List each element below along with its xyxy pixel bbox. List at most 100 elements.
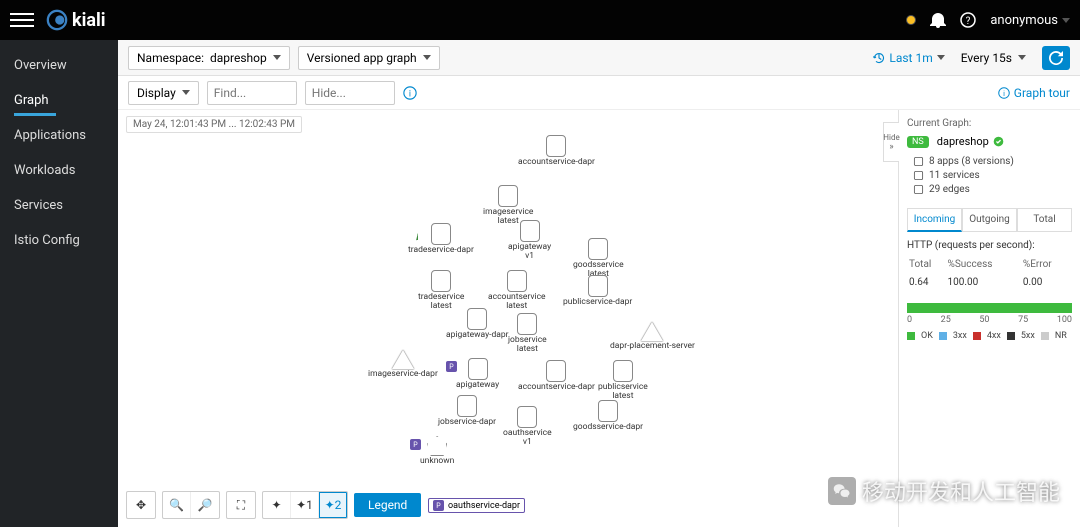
graph-node-goodsservice-latest[interactable]: goodsservicelatest	[573, 238, 624, 280]
stat-apps: 8 apps (8 versions)	[913, 156, 1072, 167]
service-icon	[520, 220, 540, 242]
graph-node-apigateway[interactable]: Papigateway	[456, 358, 499, 390]
service-icon	[588, 238, 608, 260]
graph-node-jobservice-latest[interactable]: jobservicelatest	[508, 313, 547, 355]
layout-default-button[interactable]: ✦	[263, 492, 291, 518]
node-label: goodsservice-dapr	[573, 423, 643, 432]
svg-text:i: i	[409, 89, 411, 99]
namespace-name: dapreshop	[937, 135, 989, 148]
apps-icon	[913, 156, 924, 167]
service-icon	[467, 308, 487, 330]
graph-node-tradeservice-dapr[interactable]: tradeservice-dapr	[408, 223, 474, 255]
service-icon	[457, 395, 477, 417]
graph-tour-label: Graph tour	[1014, 86, 1070, 100]
zoom-in-button[interactable]: 🔍	[163, 492, 191, 518]
time-range-selector[interactable]: Last 1m	[873, 51, 944, 65]
graph-node-publicservice-latest[interactable]: publicservicelatest	[598, 360, 648, 402]
drag-button[interactable]: ✥	[127, 492, 155, 518]
graph-type-value: Versioned app graph	[307, 51, 417, 65]
graph-node-accountservice-dapr[interactable]: accountservice-dapr	[518, 135, 595, 167]
stat-edges: 29 edges	[913, 184, 1072, 195]
graph-node-publicservice-dapr[interactable]: publicservice-dapr	[563, 275, 632, 307]
layout-2-button[interactable]: ✦2	[319, 492, 347, 518]
user-dropdown[interactable]: anonymous	[990, 13, 1070, 28]
sidebar-item-workloads[interactable]: Workloads	[0, 153, 118, 188]
layout-1-button[interactable]: ✦1	[291, 492, 319, 518]
hide-panel-tab[interactable]: Hide »	[883, 122, 899, 162]
service-icon	[517, 313, 537, 335]
graph-canvas[interactable]: May 24, 12:01:43 PM ... 12:02:43 PM ✥ 🔍 …	[118, 110, 898, 527]
http-axis: 0255075100	[907, 315, 1072, 325]
graph-node-goodsservice-dapr[interactable]: goodsservice-dapr	[573, 400, 643, 432]
http-sparkbar	[907, 303, 1072, 313]
node-label: publicservice-dapr	[563, 298, 632, 307]
graph-node-tradeservice-latest[interactable]: tradeservicelatest	[418, 270, 464, 312]
node-label: jobservicelatest	[508, 336, 547, 355]
zoom-out-button[interactable]: 🔎	[191, 492, 219, 518]
unknown-icon	[427, 436, 447, 456]
history-icon	[873, 52, 885, 64]
service-icon	[598, 400, 618, 422]
status-indicator[interactable]	[906, 15, 916, 25]
tab-outgoing[interactable]: Outgoing	[962, 208, 1017, 231]
refresh-interval-selector[interactable]: Every 15s	[953, 46, 1034, 70]
brand-text: kiali	[72, 10, 106, 31]
namespace-selector[interactable]: Namespace: dapreshop	[128, 46, 290, 70]
node-label: jobservice-dapr	[438, 418, 496, 427]
chevron-down-icon	[1062, 18, 1070, 23]
sidebar-item-services[interactable]: Services	[0, 188, 118, 223]
hide-input[interactable]	[305, 81, 395, 105]
graph-node-dapr-placement[interactable]: dapr-placement-server	[610, 322, 695, 351]
node-label: accountservice-dapr	[518, 158, 595, 167]
bell-icon[interactable]	[930, 12, 946, 28]
fit-button[interactable]: ⛶	[227, 492, 255, 518]
user-name: anonymous	[990, 13, 1058, 28]
refresh-button[interactable]	[1042, 46, 1070, 70]
graph-node-unknown[interactable]: Punknown	[420, 436, 454, 466]
node-label: apigatewayv1	[508, 243, 551, 262]
menu-toggle[interactable]	[10, 8, 34, 32]
check-icon	[993, 136, 1004, 147]
graph-tour-link[interactable]: i Graph tour	[998, 86, 1070, 100]
sidebar-item-graph[interactable]: Graph	[0, 83, 118, 118]
stat-services: 11 services	[913, 170, 1072, 181]
graph-node-accountservice-latest[interactable]: accountservicelatest	[488, 270, 546, 312]
graph-node-apigateway-dapr[interactable]: apigateway-dapr	[446, 308, 509, 340]
node-label: dapr-placement-server	[610, 342, 695, 351]
graph-node-jobservice-dapr[interactable]: jobservice-dapr	[438, 395, 496, 427]
legend-4xx-swatch	[973, 332, 981, 340]
graph-node-apigateway-v1[interactable]: apigatewayv1	[508, 220, 551, 262]
find-input[interactable]	[207, 81, 297, 105]
display-label: Display	[137, 86, 176, 100]
sidebar: OverviewGraphApplicationsWorkloadsServic…	[0, 40, 118, 527]
tab-total[interactable]: Total	[1017, 208, 1072, 231]
svg-text:?: ?	[966, 16, 971, 27]
timestamp-label: May 24, 12:01:43 PM ... 12:02:43 PM	[126, 116, 302, 133]
legend-nr-swatch	[1041, 332, 1049, 340]
summary-panel: Hide » Current Graph: NS dapreshop 8 app…	[898, 110, 1080, 527]
display-selector[interactable]: Display	[128, 81, 199, 105]
sidebar-item-applications[interactable]: Applications	[0, 118, 118, 153]
graph-node-oauthservice-v1[interactable]: oauthservicev1	[503, 406, 552, 448]
namespace-row[interactable]: NS dapreshop	[907, 135, 1072, 148]
graph-type-selector[interactable]: Versioned app graph	[298, 46, 440, 70]
graph-node-imageservice-dapr[interactable]: imageservice-dapr	[368, 350, 438, 379]
brand-logo[interactable]: kiali	[46, 9, 106, 31]
node-label: imageservice-dapr	[368, 370, 438, 379]
refresh-interval-value: Every 15s	[961, 51, 1012, 65]
chevron-down-icon	[1018, 55, 1026, 60]
tab-incoming[interactable]: Incoming	[907, 208, 962, 232]
sidebar-item-overview[interactable]: Overview	[0, 48, 118, 83]
sidebar-item-istio-config[interactable]: Istio Config	[0, 223, 118, 258]
floating-node[interactable]: P oauthservice-dapr	[428, 498, 525, 513]
legend-button[interactable]: Legend	[354, 493, 421, 517]
chevron-down-icon	[273, 55, 281, 60]
namespace-label: Namespace:	[137, 51, 204, 65]
help-icon[interactable]: ?	[960, 12, 976, 28]
graph-node-accountservice-dapr2[interactable]: accountservice-dapr	[518, 360, 595, 392]
info-icon[interactable]: i	[403, 86, 417, 100]
service-icon	[546, 135, 566, 157]
time-range-value: Last 1m	[889, 51, 932, 65]
graph-wrap: May 24, 12:01:43 PM ... 12:02:43 PM ✥ 🔍 …	[118, 110, 1080, 527]
chevron-down-icon	[423, 55, 431, 60]
